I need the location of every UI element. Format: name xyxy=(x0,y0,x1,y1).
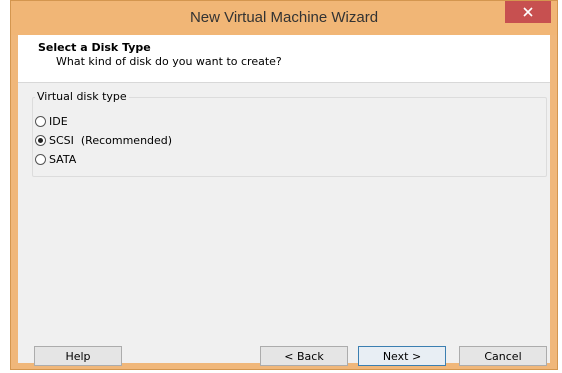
wizard-body: Select a Disk Type What kind of disk do … xyxy=(18,35,550,366)
radio-label-sata: SATA xyxy=(49,152,77,166)
help-button[interactable]: Help xyxy=(34,346,122,366)
wizard-header: Select a Disk Type What kind of disk do … xyxy=(18,35,550,83)
radio-button-sata[interactable] xyxy=(35,153,46,165)
cancel-button[interactable]: Cancel xyxy=(459,346,547,366)
close-icon xyxy=(523,7,533,17)
radio-sata[interactable]: SATA xyxy=(35,151,76,167)
page-title: Select a Disk Type xyxy=(38,41,151,54)
radio-label-ide: IDE xyxy=(49,114,68,128)
title-bar[interactable]: New Virtual Machine Wizard xyxy=(11,1,557,35)
radio-button-ide[interactable] xyxy=(35,115,46,127)
page-subtitle: What kind of disk do you want to create? xyxy=(56,55,282,68)
back-button[interactable]: < Back xyxy=(260,346,348,366)
radio-button-scsi[interactable] xyxy=(35,134,46,146)
wizard-window: New Virtual Machine Wizard Select a Disk… xyxy=(10,0,558,370)
radio-ide[interactable]: IDE xyxy=(35,113,68,129)
window-title: New Virtual Machine Wizard xyxy=(189,9,379,26)
next-button[interactable]: Next > xyxy=(358,346,446,366)
close-button[interactable] xyxy=(505,1,551,23)
screen: New Virtual Machine Wizard Select a Disk… xyxy=(0,0,562,373)
radio-scsi[interactable]: SCSI (Recommended) xyxy=(35,132,172,148)
radio-label-scsi: SCSI (Recommended) xyxy=(49,133,173,147)
group-label: Virtual disk type xyxy=(35,90,129,103)
